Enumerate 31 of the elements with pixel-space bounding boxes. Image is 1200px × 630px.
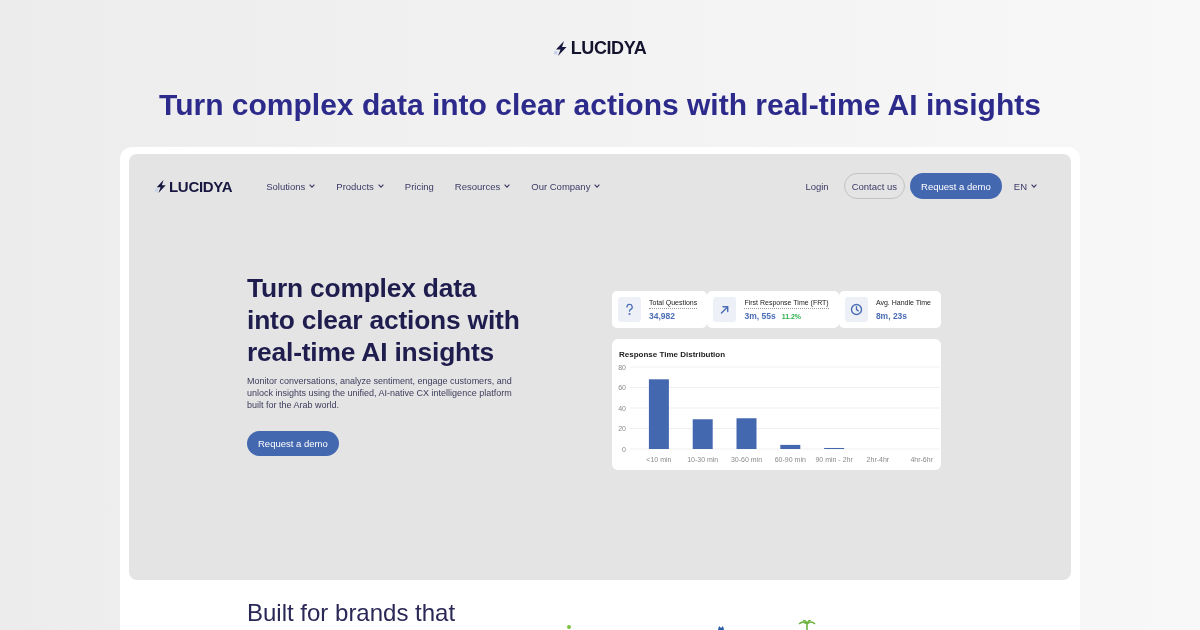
request-demo-button[interactable]: Request a demo xyxy=(247,431,339,456)
brand-logo: LUCIDYA xyxy=(570,39,647,57)
logo-fragment-icon xyxy=(717,625,725,630)
page-headline: Turn complex data into clear actions with real-time AI insights xyxy=(159,87,1041,123)
language-selector[interactable]: EN xyxy=(1013,180,1037,192)
request-demo-button[interactable]: Request a demo xyxy=(910,173,1002,199)
lightning-logo-icon xyxy=(155,179,167,193)
nav-menu-item[interactable]: Resources xyxy=(454,180,511,192)
dot-icon xyxy=(567,625,571,629)
palm-tree-icon xyxy=(798,620,816,630)
section-heading: Built for brands that xyxy=(247,600,457,626)
clock-icon xyxy=(844,297,868,322)
login-link[interactable]: Login xyxy=(805,180,829,192)
nav-menu-item[interactable]: Pricing xyxy=(404,180,434,192)
chart-bar xyxy=(692,419,713,449)
stat-value: 8m, 23s xyxy=(875,311,908,321)
hero-description: Monitor conversations, analyze sentiment, engage customers, and unlock insights using the unified, AI-native CX intelligence platform built for the Arab world. xyxy=(247,375,513,411)
nav-menu-item[interactable]: Solutions xyxy=(266,180,316,192)
chart-bar xyxy=(736,418,757,449)
nav-menu-item[interactable]: Products xyxy=(336,180,384,192)
lightning-logo-icon xyxy=(553,40,568,56)
hero-heading: Turn complex data into clear actions with real-time AI insights xyxy=(247,272,521,368)
site-logo[interactable]: LUCIDYA xyxy=(169,177,233,195)
chart-bar xyxy=(648,379,669,449)
chart-bar xyxy=(780,444,801,449)
question-mark-icon xyxy=(618,297,641,322)
stat-value: 34,982 xyxy=(649,311,675,321)
stat-value: 3m, 55s xyxy=(744,311,776,321)
nav-menu-item[interactable]: Our Company xyxy=(531,180,601,192)
arrow-up-right-icon xyxy=(713,297,737,322)
chart-title: Response Time Distribution xyxy=(619,350,727,360)
